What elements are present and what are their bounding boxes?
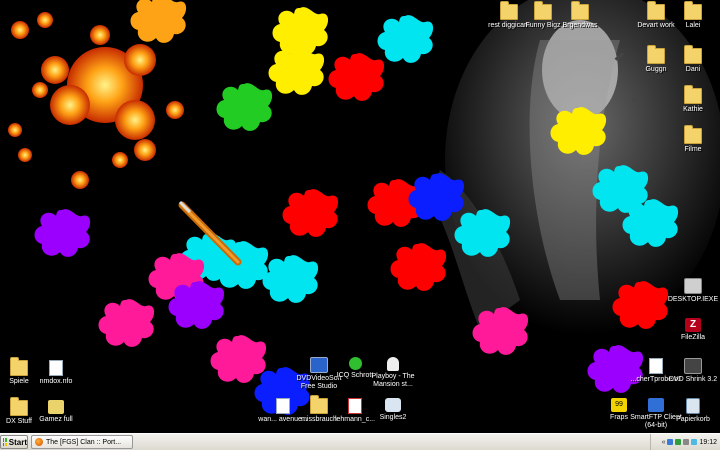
folder-icon [534, 1, 552, 20]
desktop-icon-papierkorb[interactable]: Papierkorb [664, 398, 720, 424]
pdf-file-icon [348, 398, 362, 414]
folder-icon [10, 397, 28, 416]
icq-flower-icon [348, 357, 362, 370]
desktop-icon-filezilla[interactable]: Z FileZilla [664, 318, 720, 342]
desktop-icon-dani[interactable]: Dani [664, 45, 720, 74]
file-icon [276, 398, 290, 414]
start-button[interactable]: Start [0, 435, 28, 449]
desktop-icon-singles2[interactable]: Singles2 [364, 398, 422, 422]
desktop-icon-filme[interactable]: Filme [664, 125, 720, 154]
desktop-icon-gamez-full[interactable]: Gamez full [27, 400, 85, 424]
recycle-icon [684, 278, 702, 294]
info-file-icon [49, 360, 63, 376]
filezilla-icon: Z [685, 318, 701, 332]
folder-icon [684, 1, 702, 20]
security-icon[interactable] [675, 439, 682, 445]
recycle-bin-icon [686, 398, 700, 414]
taskbar: Start The [FGS] Clan :: Port... « 19:12 [0, 433, 720, 450]
volume-icon[interactable] [683, 439, 690, 445]
desktop-icon-lalei[interactable]: Lalei [664, 1, 720, 30]
folder-icon [684, 125, 702, 144]
firefox-icon [35, 438, 43, 446]
folder-icon [647, 45, 665, 64]
desktop-icon-kathie[interactable]: Kathie [664, 85, 720, 114]
bunny-icon [387, 357, 399, 371]
text-file-icon [649, 358, 663, 374]
tray-expand-icon[interactable]: « [662, 439, 666, 446]
windows-logo-icon [3, 438, 7, 446]
desktop[interactable]: rest diggicam Funny Bigz Brgendwas Devar… [0, 0, 720, 433]
folder-icon [571, 1, 589, 20]
desktop-icon-brgendwas[interactable]: Brgendwas [551, 1, 609, 30]
taskbar-window-button[interactable]: The [FGS] Clan :: Port... [31, 435, 133, 449]
desktop-icon-nfo[interactable]: nmdox.nfo [27, 360, 85, 386]
desktop-icon-playboy[interactable]: Playboy - The Mansion st... [364, 357, 422, 389]
hearts-icon [385, 398, 401, 412]
messenger-icon[interactable] [691, 439, 698, 445]
dvd-shrink-icon [684, 358, 702, 374]
smartftp-icon [648, 398, 664, 412]
desktop-icon-desktop-iexe[interactable]: DESKTOP.IEXE [664, 278, 720, 304]
system-tray: « 19:12 [650, 434, 720, 450]
fraps-icon: 99 [611, 398, 627, 412]
folder-icon [10, 357, 28, 376]
folder-icon [647, 1, 665, 20]
clock[interactable]: 19:12 [699, 439, 717, 446]
folder-icon [684, 45, 702, 64]
folder-icon [684, 85, 702, 104]
network-icon[interactable] [667, 439, 674, 445]
desktop-icon-dvd-shrink[interactable]: DVD Shrink 3.2 [664, 358, 720, 384]
shortcut-icon [48, 400, 64, 414]
